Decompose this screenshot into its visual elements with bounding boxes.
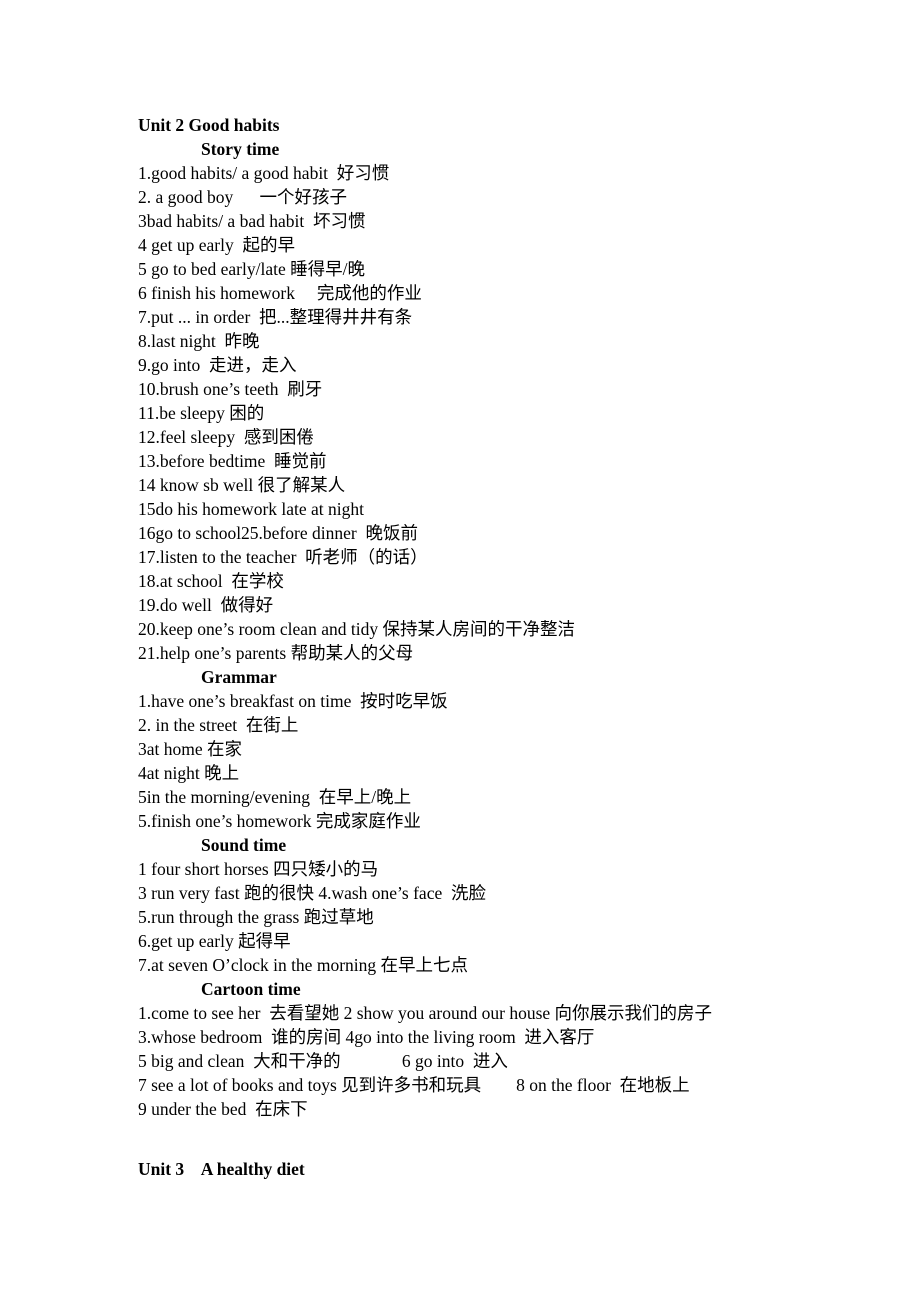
vocab-line: 6 finish his homework 完成他的作业 xyxy=(138,283,422,303)
section-heading-sound-time: Sound time xyxy=(201,835,287,855)
vocab-line: 20.keep one’s room clean and tidy 保持某人房间… xyxy=(138,619,575,639)
vocab-line: 3 run very fast 跑的很快 4.wash one’s face 洗… xyxy=(138,883,486,903)
vocab-line: 1 four short horses 四只矮小的马 xyxy=(138,859,379,879)
vocab-line: 3at home 在家 xyxy=(138,739,243,759)
vocab-line: 8.last night 昨晚 xyxy=(138,331,260,351)
vocab-line: 4 get up early 起的早 xyxy=(138,235,295,255)
vocab-line: 1.good habits/ a good habit 好习惯 xyxy=(138,163,390,183)
vocab-line: 7.at seven O’clock in the morning 在早上七点 xyxy=(138,955,469,975)
vocab-line: 5 go to bed early/late 睡得早/晚 xyxy=(138,259,365,279)
vocab-line: 9 under the bed 在床下 xyxy=(138,1099,308,1119)
next-unit-title: Unit 3 A healthy diet xyxy=(138,1159,305,1179)
vocab-line: 5.finish one’s homework 完成家庭作业 xyxy=(138,811,421,831)
vocab-line: 12.feel sleepy 感到困倦 xyxy=(138,427,314,447)
vocab-line: 6.get up early 起得早 xyxy=(138,931,291,951)
vocab-line: 16go to school25.before dinner 晚饭前 xyxy=(138,523,418,543)
vocab-line: 1.have one’s breakfast on time 按时吃早饭 xyxy=(138,691,448,711)
vocab-line: 17.listen to the teacher 听老师（的话） xyxy=(138,547,428,567)
vocab-line: 18.at school 在学校 xyxy=(138,571,284,591)
section-heading-grammar: Grammar xyxy=(201,667,277,687)
vocab-line: 3.whose bedroom 谁的房间 4go into the living… xyxy=(138,1027,595,1047)
page-title: Unit 2 Good habits xyxy=(138,115,280,135)
vocab-line: 3bad habits/ a bad habit 坏习惯 xyxy=(138,211,366,231)
vocab-line: 13.before bedtime 睡觉前 xyxy=(138,451,327,471)
vocab-line: 4at night 晚上 xyxy=(138,763,240,783)
section-heading-cartoon-time: Cartoon time xyxy=(201,979,301,999)
vocab-line: 5in the morning/evening 在早上/晚上 xyxy=(138,787,412,807)
document-page: Unit 2 Good habits Story time 1.good hab… xyxy=(0,0,920,1302)
vocab-line: 19.do well 做得好 xyxy=(138,595,274,615)
vocab-line: 5 big and clean 大和干净的 6 go into 进入 xyxy=(138,1051,508,1071)
vocab-line: 1.come to see her 去看望她 2 show you around… xyxy=(138,1003,713,1023)
vocab-line: 7.put ... in order 把...整理得井井有条 xyxy=(138,307,413,327)
section-body-story-time: 1.good habits/ a good habit 好习惯 2. a goo… xyxy=(138,161,920,665)
vocab-line: 7 see a lot of books and toys 见到许多书和玩具 8… xyxy=(138,1075,690,1095)
vocab-line: 15do his homework late at night xyxy=(138,499,365,519)
vocab-line: 2. in the street 在街上 xyxy=(138,715,299,735)
vocab-line: 14 know sb well 很了解某人 xyxy=(138,475,346,495)
vocab-line: 10.brush one’s teeth 刷牙 xyxy=(138,379,323,399)
section-heading-story-time: Story time xyxy=(201,139,280,159)
vocab-line: 2. a good boy 一个好孩子 xyxy=(138,187,348,207)
section-body-cartoon-time: 1.come to see her 去看望她 2 show you around… xyxy=(138,1001,920,1121)
vocab-line: 11.be sleepy 困的 xyxy=(138,403,265,423)
vocab-line: 21.help one’s parents 帮助某人的父母 xyxy=(138,643,414,663)
section-body-grammar: 1.have one’s breakfast on time 按时吃早饭 2. … xyxy=(138,689,920,833)
vocab-line: 5.run through the grass 跑过草地 xyxy=(138,907,374,927)
section-body-sound-time: 1 four short horses 四只矮小的马 3 run very fa… xyxy=(138,857,920,977)
vocab-line: 9.go into 走进，走入 xyxy=(138,355,297,375)
